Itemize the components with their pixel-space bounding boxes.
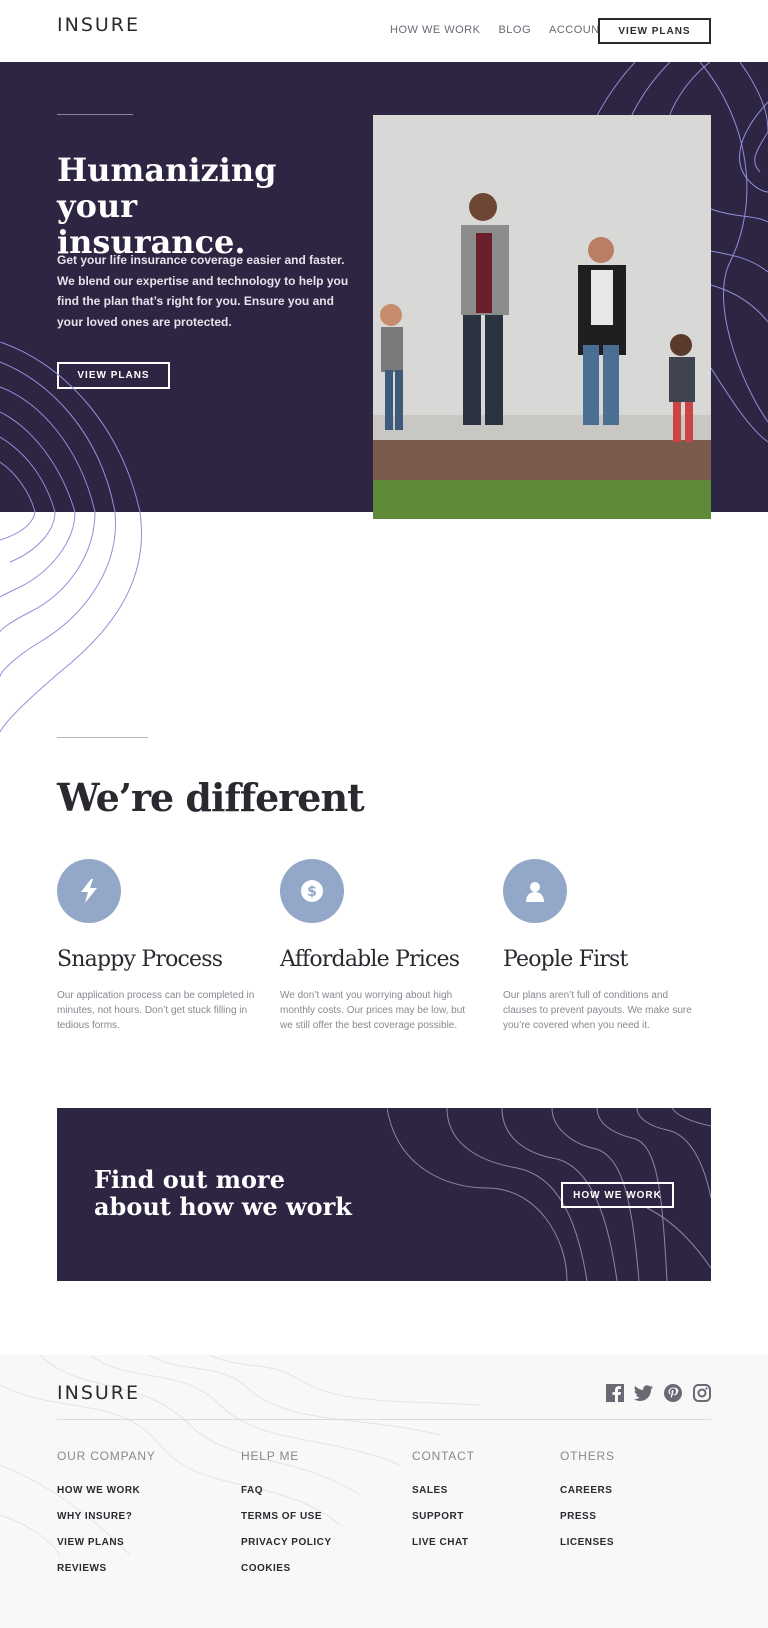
pinterest-icon[interactable] — [663, 1383, 682, 1402]
how-we-work-banner: Find out more about how we work HOW WE W… — [57, 1108, 711, 1281]
social-links — [605, 1383, 711, 1402]
facebook-icon[interactable] — [605, 1383, 624, 1402]
feature-text: Our plans aren’t full of conditions and … — [503, 990, 692, 1031]
site-header: INSURE HOW WE WORK BLOG ACCOUNT VIEW PLA… — [0, 0, 768, 62]
footer-link[interactable]: HOW WE WORK — [57, 1485, 156, 1496]
logo[interactable]: INSURE — [57, 14, 140, 36]
lightning-icon — [81, 879, 97, 903]
banner-title-line1: Find out more — [94, 1165, 285, 1194]
section-contour-pattern — [0, 512, 142, 732]
footer-link[interactable]: COOKIES — [241, 1563, 332, 1574]
footer-column-others: OTHERS CAREERS PRESS LICENSES — [560, 1449, 615, 1563]
feature-people-first: People First Our plans aren’t full of co… — [503, 859, 703, 1033]
footer-link[interactable]: WHY INSURE? — [57, 1511, 156, 1522]
hero-title: Humanizing your insurance. — [57, 152, 357, 260]
view-plans-button[interactable]: VIEW PLANS — [598, 18, 711, 44]
different-divider — [57, 737, 148, 738]
footer-logo[interactable]: INSURE — [57, 1382, 140, 1404]
footer-link[interactable]: VIEW PLANS — [57, 1537, 156, 1548]
feature-snappy-process: Snappy Process Our application process c… — [57, 859, 257, 1033]
feature-text: Our application process can be completed… — [57, 990, 255, 1031]
twitter-icon[interactable] — [634, 1383, 653, 1402]
footer-link[interactable]: TERMS OF USE — [241, 1511, 332, 1522]
family-photo-illustration — [373, 115, 711, 519]
footer-link[interactable]: PRESS — [560, 1511, 615, 1522]
footer-column-our-company: OUR COMPANY HOW WE WORK WHY INSURE? VIEW… — [57, 1449, 156, 1589]
footer-link[interactable]: LICENSES — [560, 1537, 615, 1548]
nav-blog[interactable]: BLOG — [498, 24, 531, 36]
different-title: We’re different — [57, 775, 365, 820]
footer-column-heading: OTHERS — [560, 1449, 615, 1463]
dollar-icon: $ — [301, 880, 323, 902]
nav-how-we-work[interactable]: HOW WE WORK — [390, 24, 480, 36]
feature-icon-circle — [57, 859, 121, 923]
hero-view-plans-button[interactable]: VIEW PLANS — [57, 362, 170, 389]
hero-divider — [57, 114, 133, 115]
site-footer: INSURE OUR COMPANY HOW WE WORK WHY INSUR… — [0, 1355, 768, 1628]
footer-link[interactable]: SALES — [412, 1485, 475, 1496]
feature-title: Snappy Process — [57, 947, 223, 972]
feature-icon-circle: $ — [280, 859, 344, 923]
footer-link[interactable]: SUPPORT — [412, 1511, 475, 1522]
how-we-work-button[interactable]: HOW WE WORK — [561, 1182, 674, 1208]
family-photo — [373, 115, 711, 519]
footer-column-contact: CONTACT SALES SUPPORT LIVE CHAT — [412, 1449, 475, 1563]
footer-link[interactable]: FAQ — [241, 1485, 332, 1496]
footer-column-heading: HELP ME — [241, 1449, 300, 1463]
footer-column-heading: OUR COMPANY — [57, 1449, 156, 1463]
feature-icon-circle — [503, 859, 567, 923]
footer-column-heading: CONTACT — [412, 1449, 475, 1463]
footer-link[interactable]: REVIEWS — [57, 1563, 156, 1574]
instagram-icon[interactable] — [692, 1383, 711, 1402]
footer-link[interactable]: CAREERS — [560, 1485, 615, 1496]
person-icon — [526, 882, 544, 902]
hero-title-line1: Humanizing your — [57, 151, 277, 225]
hero-description: Get your life insurance coverage easier … — [57, 253, 349, 329]
feature-affordable-prices: $ Affordable Prices We don’t want you wo… — [280, 859, 480, 1033]
footer-column-help-me: HELP ME FAQ TERMS OF USE PRIVACY POLICY … — [241, 1449, 332, 1589]
footer-link[interactable]: PRIVACY POLICY — [241, 1537, 332, 1548]
banner-title: Find out more about how we work — [94, 1166, 354, 1220]
footer-link[interactable]: LIVE CHAT — [412, 1537, 475, 1548]
feature-title: People First — [503, 947, 628, 972]
feature-title: Affordable Prices — [280, 947, 460, 972]
main-nav: HOW WE WORK BLOG ACCOUNT — [390, 24, 607, 36]
banner-title-line2: about how we work — [94, 1192, 352, 1221]
feature-text: We don’t want you worrying about high mo… — [280, 990, 466, 1031]
footer-divider — [57, 1419, 711, 1420]
svg-text:$: $ — [307, 884, 317, 900]
